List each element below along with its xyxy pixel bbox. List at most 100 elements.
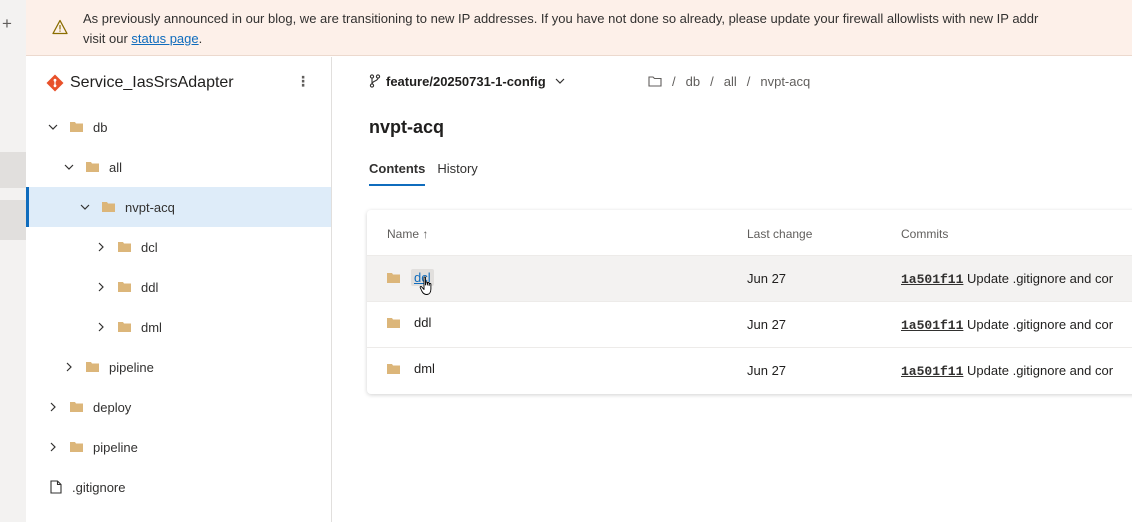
announcement-banner: As previously announced in our blog, we … (26, 0, 1132, 56)
breadcrumb: / db / all / nvpt-acq (648, 71, 820, 91)
page-title: nvpt-acq (369, 117, 445, 137)
breadcrumb-separator: / (672, 73, 676, 89)
chevron-down-icon (555, 78, 565, 84)
breadcrumb-item-nvpt-acq[interactable]: nvpt-acq (760, 74, 810, 89)
table-row[interactable]: ddl Jun 27 1a501f11 Update .gitignore and … (367, 302, 1132, 348)
breadcrumb-item-all[interactable]: all (724, 74, 737, 89)
breadcrumb-separator: / (710, 73, 714, 89)
folder-icon (387, 363, 400, 374)
branch-name: feature/20250731-1-config (386, 73, 546, 89)
tree-item-dcl[interactable]: dcl (26, 227, 331, 267)
tree-item-deploy[interactable]: deploy (26, 387, 331, 427)
cell-commit: 1a501f11 Update .gitignore and cor (901, 271, 1113, 287)
tree-item-label: dcl (141, 239, 158, 255)
tree-item-pipeline[interactable]: pipeline (26, 347, 331, 387)
folder-icon (387, 317, 400, 328)
tree-item-label: all (109, 159, 123, 175)
column-header-last-change[interactable]: Last change (747, 227, 812, 241)
folder-icon (70, 402, 83, 412)
cell-name: dml (387, 361, 435, 376)
view-tabs: Contents History (369, 161, 490, 186)
table-header: Name ↑ Last change Commits (367, 210, 1132, 256)
tree-item-label: ddl (141, 279, 159, 295)
folder-icon (118, 322, 131, 332)
tree-item-pipeline[interactable]: pipeline (26, 427, 331, 467)
commit-message: Update .gitignore and cor (967, 363, 1114, 378)
folder-link[interactable]: dml (414, 361, 435, 376)
banner-line-2-prefix: visit our (83, 31, 132, 46)
rail-item-active[interactable] (0, 200, 26, 240)
tab-history[interactable]: History (437, 161, 477, 186)
table-row[interactable]: dcl Jun 27 1a501f11 Update .gitignore and … (367, 256, 1132, 302)
warning-icon (52, 19, 68, 35)
add-icon[interactable]: + (0, 14, 14, 34)
banner-text: As previously announced in our blog, we … (83, 9, 1128, 49)
tree-item-label: dml (141, 319, 162, 335)
table-row[interactable]: dml Jun 27 1a501f11 Update .gitignore and … (367, 348, 1132, 394)
commit-hash-link[interactable]: 1a501f11 (901, 364, 963, 379)
folder-icon (86, 162, 99, 172)
tree-item-ddl[interactable]: ddl (26, 267, 331, 307)
commit-message: Update .gitignore and cor (967, 271, 1114, 286)
tree-item-label: pipeline (109, 359, 154, 375)
branch-icon (369, 74, 381, 88)
left-rail: + (0, 0, 26, 522)
commit-hash-link[interactable]: 1a501f11 (901, 272, 963, 287)
tab-contents[interactable]: Contents (369, 161, 426, 186)
folder-icon (118, 282, 131, 292)
chevron-right-icon[interactable] (94, 240, 108, 254)
repo-name: Service_IasSrsAdapter (70, 74, 234, 91)
chevron-right-icon[interactable] (46, 400, 60, 414)
cell-commit: 1a501f11 Update .gitignore and cor (901, 363, 1113, 379)
tree-item-label: pipeline (93, 439, 138, 455)
main-content: feature/20250731-1-config / db / all / n… (332, 57, 1132, 522)
cell-last-change: Jun 27 (747, 271, 787, 286)
column-header-name[interactable]: Name ↑ (387, 227, 428, 241)
column-header-commits: Commits (901, 227, 949, 241)
commit-message: Update .gitignore and cor (967, 317, 1114, 332)
file-icon (50, 480, 62, 494)
folder-icon (102, 202, 115, 212)
branch-picker[interactable]: feature/20250731-1-config (369, 71, 566, 91)
cell-last-change: Jun 27 (747, 317, 787, 332)
rail-item[interactable] (0, 152, 26, 188)
folder-link[interactable]: ddl (414, 315, 431, 330)
breadcrumb-separator: / (746, 73, 751, 89)
tree-item-label: nvpt-acq (125, 199, 175, 215)
tree-item-label: .gitignore (72, 479, 126, 495)
cell-commit: 1a501f11 Update .gitignore and cor (901, 317, 1113, 333)
tree-item-nvpt-acq[interactable]: nvpt-acq (26, 187, 331, 227)
chevron-right-icon[interactable] (62, 360, 76, 374)
folder-icon (70, 442, 83, 452)
tree-item-dml[interactable]: dml (26, 307, 331, 347)
banner-line-1: As previously announced in our blog, we … (83, 11, 1039, 26)
folder-icon (118, 242, 131, 252)
folder-icon (86, 362, 99, 372)
git-repo-icon (46, 74, 64, 92)
chevron-down-icon[interactable] (78, 200, 92, 214)
repo-tree-panel: Service_IasSrsAdapter ⋮ db all nvpt-acq dcl… (26, 57, 332, 522)
more-options-icon[interactable]: ⋮ (296, 73, 310, 90)
tree-item-gitignore[interactable]: .gitignore (26, 467, 331, 507)
cell-name: ddl (387, 315, 431, 330)
banner-line-2-tail: . (198, 31, 203, 46)
folder-icon (387, 272, 400, 283)
chevron-down-icon[interactable] (62, 160, 76, 174)
chevron-right-icon[interactable] (46, 440, 60, 454)
chevron-right-icon[interactable] (94, 320, 108, 334)
tree-item-label: deploy (93, 399, 132, 415)
repo-header[interactable]: Service_IasSrsAdapter (46, 71, 234, 95)
folder-icon (70, 122, 83, 132)
banner-line-2: visit our status page. (83, 29, 1128, 49)
chevron-right-icon[interactable] (94, 280, 108, 294)
tree-item-label: db (93, 119, 108, 135)
chevron-down-icon[interactable] (46, 120, 60, 134)
hand-cursor-icon (419, 276, 432, 295)
files-table: Name ↑ Last change Commits dcl Jun 27 1a50… (367, 210, 1132, 394)
status-page-link[interactable]: status page (131, 31, 198, 46)
commit-hash-link[interactable]: 1a501f11 (901, 318, 963, 333)
folder-outline-icon[interactable] (648, 75, 662, 87)
breadcrumb-item-db[interactable]: db (686, 74, 700, 89)
tree-item-all[interactable]: all (26, 147, 331, 187)
tree-item-db[interactable]: db (26, 107, 331, 147)
